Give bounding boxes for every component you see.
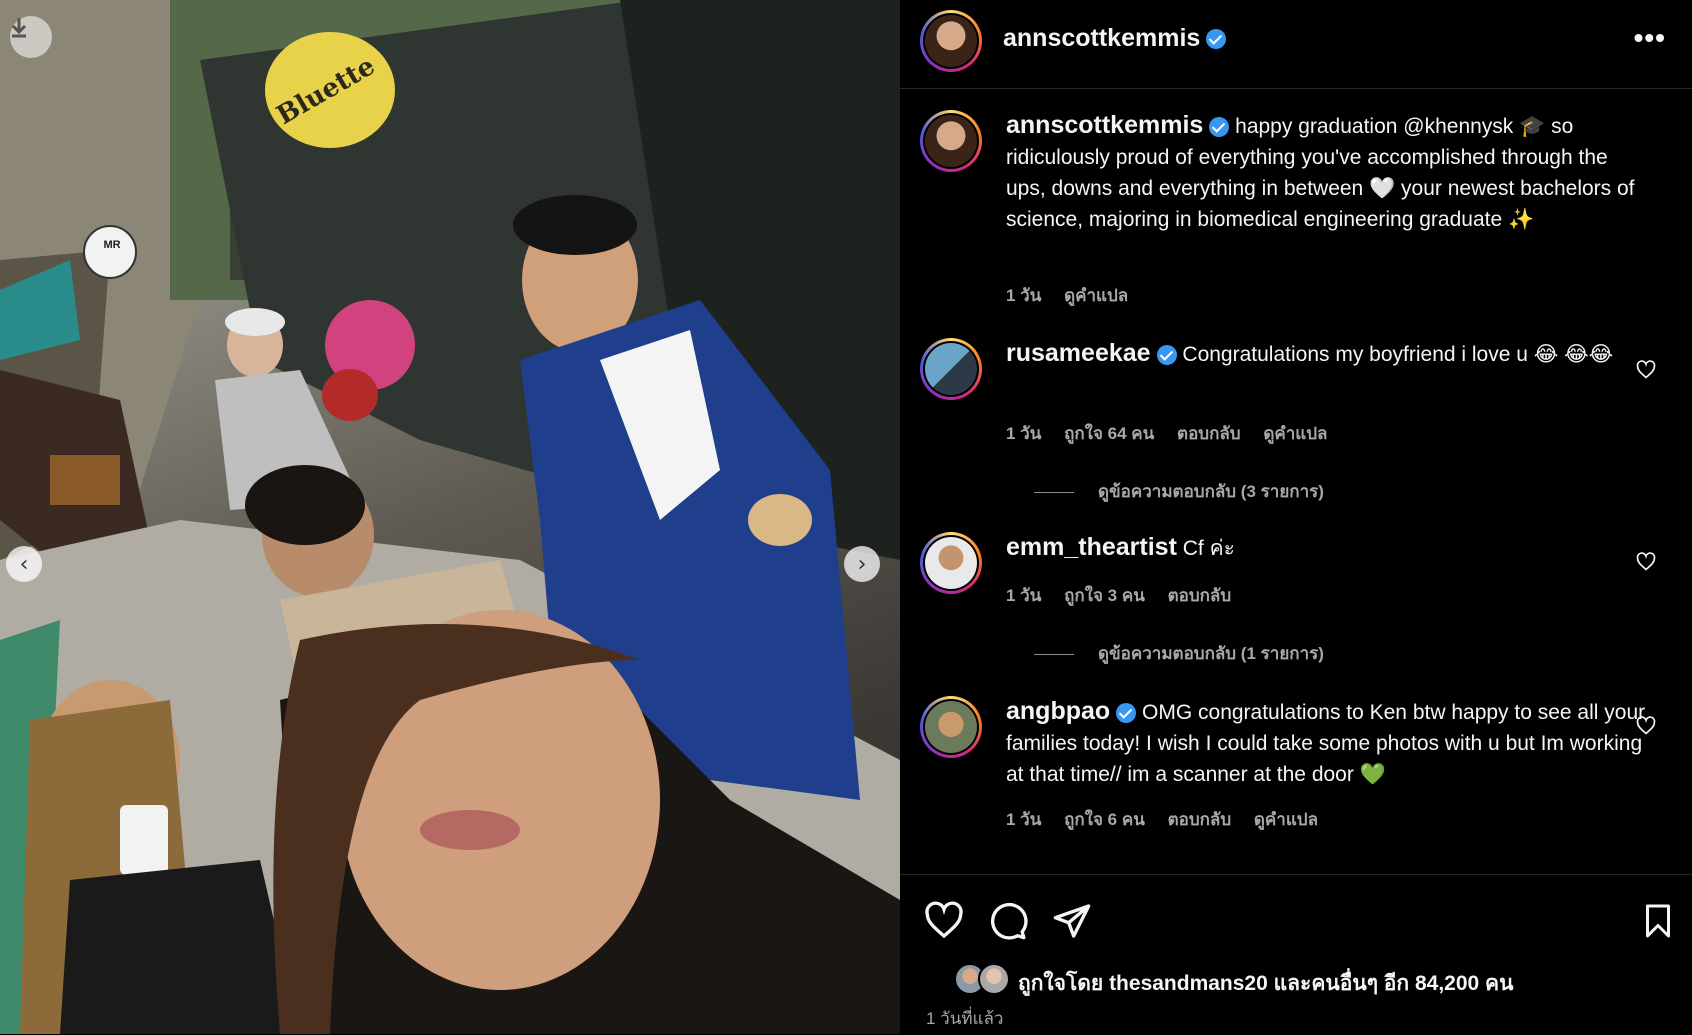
comment-username[interactable]: angbpao (1006, 697, 1110, 725)
view-replies-label[interactable]: ดูข้อความตอบกลับ (3 รายการ) (1098, 482, 1324, 501)
comment-likes[interactable]: ถูกใจ 3 คน (1064, 586, 1145, 605)
verified-badge-icon (1156, 345, 1177, 366)
heart-icon[interactable] (1636, 552, 1656, 572)
photo-scene: Bluette MR (0, 0, 900, 1034)
comment-body: emm_theartist Cf ค่ะ (1006, 532, 1646, 564)
replies-divider (1034, 654, 1074, 656)
translate-link[interactable]: ดูคำแปล (1263, 424, 1327, 443)
comment-body: angbpao OMG congratulations to Ken btw h… (1006, 696, 1646, 790)
caption-body: annscottkemmis happy graduation @khennys… (1006, 110, 1646, 235)
replies-divider (1034, 492, 1074, 494)
download-arrow-icon[interactable] (10, 16, 52, 58)
action-bar: ถูกใจโดย thesandmans20 และคนอื่นๆ อีก 84… (900, 874, 1692, 1035)
comment-meta: 1 วัน ถูกใจ 3 คน ตอบกลับ (1006, 582, 1249, 609)
liked-by-prefix: ถูกใจโดย (1018, 972, 1104, 995)
liked-by-user[interactable]: thesandmans20 (1109, 972, 1268, 995)
liked-by[interactable]: ถูกใจโดย thesandmans20 และคนอื่นๆ อีก 84… (1018, 967, 1513, 1000)
reply-button[interactable]: ตอบกลับ (1168, 586, 1232, 605)
mr-sign-text: MR (103, 239, 120, 251)
verified-badge-icon (1209, 117, 1230, 138)
chevron-left-icon[interactable]: ‹ (6, 546, 42, 582)
comment-meta: 1 วัน ถูกใจ 64 คน ตอบกลับ ดูคำแปล (1006, 420, 1345, 447)
comment-time[interactable]: 1 วัน (1006, 810, 1041, 829)
avatar[interactable] (920, 10, 982, 72)
heart-icon[interactable] (1636, 716, 1656, 736)
comment-time[interactable]: 1 วัน (1006, 586, 1041, 605)
comment-text: Congratulations my boyfriend i love u 😂 … (1182, 343, 1614, 366)
comment-body: rusameekae Congratulations my boyfriend … (1006, 338, 1646, 370)
heart-icon[interactable] (1636, 360, 1656, 380)
caption-meta: 1 วัน ดูคำแปล (1006, 282, 1146, 309)
reply-button[interactable]: ตอบกลับ (1168, 810, 1232, 829)
comment-bubble-icon[interactable] (988, 901, 1028, 941)
avatar[interactable] (920, 696, 982, 758)
post-photo[interactable]: Bluette MR ‹ › (0, 0, 900, 1034)
comment-text: Cf ค่ะ (1182, 537, 1235, 560)
view-replies-label[interactable]: ดูข้อความตอบกลับ (1 รายการ) (1098, 644, 1324, 663)
avatar[interactable] (920, 532, 982, 594)
comment-meta: 1 วัน ถูกใจ 6 คน ตอบกลับ ดูคำแปล (1006, 806, 1336, 833)
avatar[interactable] (978, 963, 1010, 995)
heart-icon[interactable] (924, 901, 964, 941)
comment-likes[interactable]: ถูกใจ 6 คน (1064, 810, 1145, 829)
translate-link[interactable]: ดูคำแปล (1254, 810, 1318, 829)
post-header: annscottkemmis ••• (900, 0, 1692, 89)
avatar[interactable] (920, 338, 982, 400)
view-replies-button[interactable]: ดูข้อความตอบกลับ (1 รายการ) (1034, 640, 1324, 667)
translate-link[interactable]: ดูคำแปล (1064, 286, 1128, 305)
comment-username[interactable]: emm_theartist (1006, 533, 1177, 561)
avatar[interactable] (920, 110, 982, 172)
reply-button[interactable]: ตอบกลับ (1177, 424, 1241, 443)
post-time[interactable]: 1 วันที่แล้ว (926, 1005, 1003, 1032)
comment-likes[interactable]: ถูกใจ 64 คน (1064, 424, 1154, 443)
comment-username[interactable]: rusameekae (1006, 339, 1151, 367)
verified-badge-icon (1116, 703, 1137, 724)
bookmark-icon[interactable] (1640, 901, 1676, 941)
header-username-row[interactable]: annscottkemmis (1003, 24, 1227, 53)
header-username[interactable]: annscottkemmis (1003, 24, 1200, 52)
post-details-panel: annscottkemmis ••• annscottkemmis happy … (900, 0, 1692, 1034)
liked-by-avatars (954, 963, 1014, 995)
comment-time[interactable]: 1 วัน (1006, 424, 1041, 443)
caption-username[interactable]: annscottkemmis (1006, 111, 1203, 139)
caption-time[interactable]: 1 วัน (1006, 286, 1041, 305)
more-options-icon[interactable]: ••• (1634, 22, 1666, 54)
liked-by-suffix[interactable]: และคนอื่นๆ อีก 84,200 คน (1274, 972, 1514, 995)
view-replies-button[interactable]: ดูข้อความตอบกลับ (3 รายการ) (1034, 478, 1324, 505)
chevron-right-icon[interactable]: › (844, 546, 880, 582)
verified-badge-icon (1206, 29, 1227, 50)
paper-plane-icon[interactable] (1052, 901, 1092, 941)
